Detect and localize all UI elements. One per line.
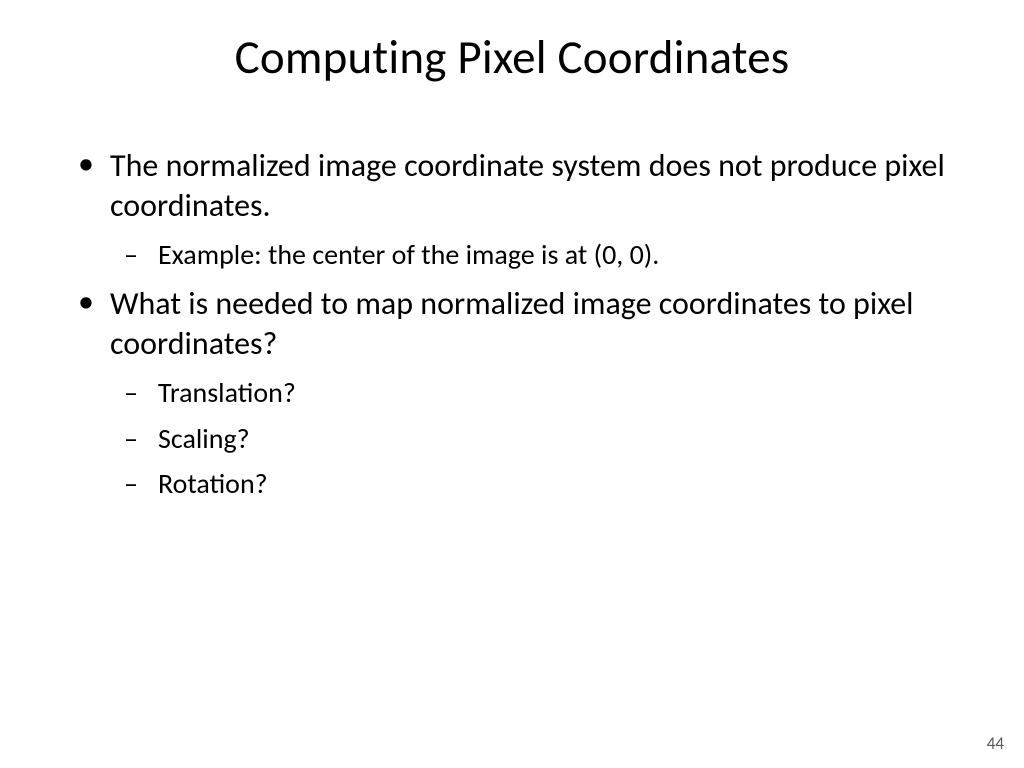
sub-bullet-item: Scaling? — [122, 420, 964, 458]
sub-bullet-item: Translation? — [122, 374, 964, 412]
sub-bullet-text: Translation? — [158, 375, 296, 410]
bullet-text: What is needed to map normalized image c… — [110, 284, 913, 363]
sub-bullet-text: Scaling? — [158, 421, 250, 456]
sub-bullet-list: Translation? Scaling? Rotation? — [110, 374, 964, 503]
sub-bullet-item: Rotation? — [122, 465, 964, 503]
slide-content: The normalized image coordinate system d… — [60, 146, 964, 503]
sub-bullet-item: Example: the center of the image is at (… — [122, 236, 964, 274]
sub-bullet-list: Example: the center of the image is at (… — [110, 236, 964, 274]
sub-bullet-text: Example: the center of the image is at (… — [158, 237, 659, 272]
bullet-item: The normalized image coordinate system d… — [76, 146, 964, 274]
page-number: 44 — [987, 733, 1004, 754]
sub-bullet-text: Rotation? — [158, 466, 268, 501]
slide: Computing Pixel Coordinates The normaliz… — [0, 0, 1024, 768]
bullet-text: The normalized image coordinate system d… — [110, 146, 945, 225]
slide-title: Computing Pixel Coordinates — [60, 28, 964, 86]
bullet-item: What is needed to map normalized image c… — [76, 284, 964, 503]
bullet-list: The normalized image coordinate system d… — [76, 146, 964, 503]
